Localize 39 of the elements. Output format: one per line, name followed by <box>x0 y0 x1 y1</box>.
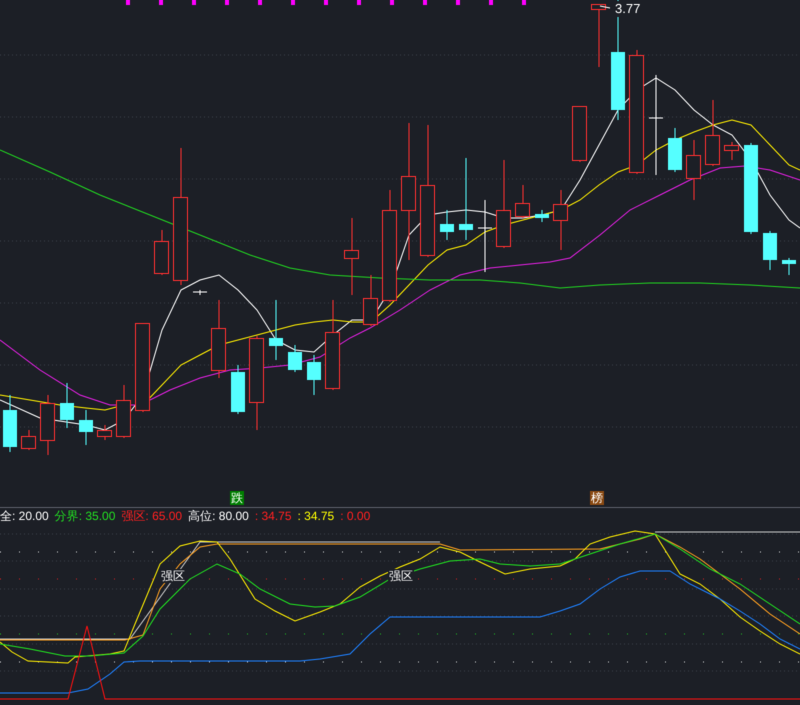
legend-value: : 34.75 <box>298 509 334 523</box>
candlestick <box>3 394 17 452</box>
candlestick <box>288 344 302 372</box>
legend-value: 强区: 65.00 <box>121 509 182 523</box>
candlestick <box>363 274 378 326</box>
zone-label: 强区 <box>388 569 414 583</box>
candlestick <box>668 128 682 172</box>
candlestick <box>307 354 321 396</box>
candlestick <box>60 382 74 428</box>
legend-value: 全: 20.00 <box>0 509 49 523</box>
candlestick <box>763 230 777 270</box>
candlestick <box>116 384 131 438</box>
candlestick <box>553 190 568 250</box>
candlestick <box>231 364 245 414</box>
legend-value: 高位: 80.00 <box>188 509 249 523</box>
candlestick <box>154 230 169 276</box>
candlestick <box>515 184 530 218</box>
candlestick <box>572 106 587 162</box>
candlestick <box>782 258 796 276</box>
signal-marker: 跌 <box>230 491 244 505</box>
legend-value: : 0.00 <box>340 509 370 523</box>
legend-value: 分界: 35.00 <box>54 509 116 523</box>
candlestick <box>686 140 701 200</box>
zone-label: 强区 <box>160 569 186 583</box>
candlestick <box>705 100 720 166</box>
candlestick <box>21 430 36 450</box>
candlestick <box>40 394 55 456</box>
candlestick <box>535 210 549 222</box>
signal-marker: 榜 <box>590 491 604 505</box>
candlestick <box>192 290 208 296</box>
leader-line <box>600 6 610 8</box>
candlestick <box>97 424 112 440</box>
candlestick <box>440 210 454 240</box>
candlestick <box>79 410 93 446</box>
candlestick <box>724 142 739 160</box>
legend-value: : 34.75 <box>254 509 292 523</box>
candlestick <box>591 4 606 68</box>
candlestick <box>269 300 283 360</box>
price-label: 3.77 <box>614 1 642 17</box>
